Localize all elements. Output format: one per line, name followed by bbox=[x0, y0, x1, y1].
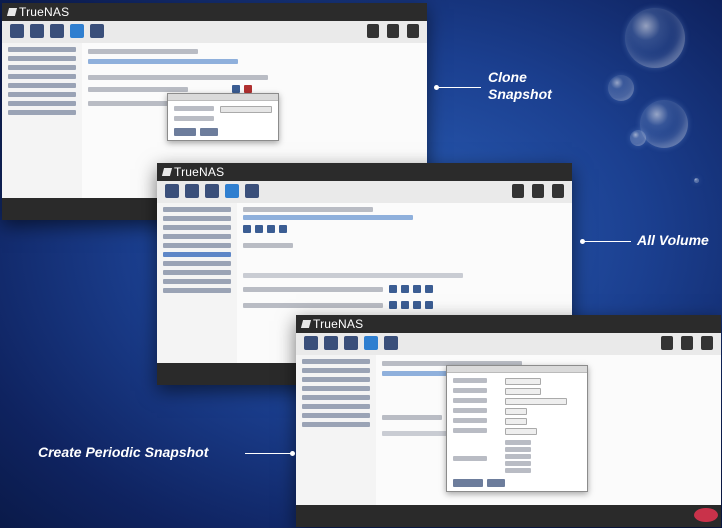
brand-logo bbox=[694, 508, 718, 522]
callout-leader bbox=[437, 87, 481, 88]
ok-button[interactable] bbox=[453, 479, 483, 487]
truenas-logo: TrueNAS bbox=[6, 5, 69, 19]
sharing-icon[interactable] bbox=[364, 336, 378, 350]
toolbar bbox=[296, 333, 721, 356]
services-icon[interactable] bbox=[90, 24, 104, 38]
action-icon[interactable] bbox=[389, 285, 397, 293]
footer bbox=[296, 505, 721, 527]
help-icon[interactable] bbox=[532, 184, 544, 198]
logout-icon[interactable] bbox=[701, 336, 713, 350]
truenas-logo: TrueNAS bbox=[300, 317, 363, 331]
toolbar-icon[interactable] bbox=[255, 225, 263, 233]
network-icon[interactable] bbox=[324, 336, 338, 350]
alert-icon[interactable] bbox=[661, 336, 673, 350]
topbar: TrueNAS bbox=[157, 163, 572, 181]
bubble-decoration bbox=[625, 8, 685, 68]
storage-icon[interactable] bbox=[50, 24, 64, 38]
action-icon[interactable] bbox=[401, 301, 409, 309]
system-icon[interactable] bbox=[10, 24, 24, 38]
callout-clone-snapshot: Clone Snapshot bbox=[488, 69, 552, 102]
truenas-logo: TrueNAS bbox=[161, 165, 224, 179]
services-icon[interactable] bbox=[245, 184, 259, 198]
help-icon[interactable] bbox=[387, 24, 399, 38]
cancel-button[interactable] bbox=[487, 479, 505, 487]
toolbar bbox=[157, 181, 572, 204]
storage-icon[interactable] bbox=[344, 336, 358, 350]
services-icon[interactable] bbox=[384, 336, 398, 350]
logout-icon[interactable] bbox=[407, 24, 419, 38]
action-icon[interactable] bbox=[244, 85, 252, 93]
bubble-decoration bbox=[640, 100, 688, 148]
toolbar-icon[interactable] bbox=[279, 225, 287, 233]
action-icon[interactable] bbox=[413, 285, 421, 293]
action-icon[interactable] bbox=[401, 285, 409, 293]
callout-leader bbox=[245, 453, 291, 454]
action-icon[interactable] bbox=[389, 301, 397, 309]
toolbar-icon[interactable] bbox=[267, 225, 275, 233]
action-icon[interactable] bbox=[425, 285, 433, 293]
cancel-button[interactable] bbox=[200, 128, 218, 136]
bubble-decoration bbox=[694, 178, 699, 183]
sharing-icon[interactable] bbox=[225, 184, 239, 198]
sidebar bbox=[157, 203, 238, 363]
toolbar-icon[interactable] bbox=[243, 225, 251, 233]
network-icon[interactable] bbox=[185, 184, 199, 198]
periodic-snapshot-dialog bbox=[446, 365, 588, 492]
callout-dot bbox=[434, 85, 439, 90]
storage-icon[interactable] bbox=[205, 184, 219, 198]
network-icon[interactable] bbox=[30, 24, 44, 38]
action-icon[interactable] bbox=[425, 301, 433, 309]
callout-all-volume: All Volume bbox=[637, 232, 709, 248]
alert-icon[interactable] bbox=[367, 24, 379, 38]
toolbar bbox=[2, 21, 427, 44]
help-icon[interactable] bbox=[681, 336, 693, 350]
callout-dot bbox=[580, 239, 585, 244]
bubble-decoration bbox=[608, 75, 634, 101]
sharing-icon[interactable] bbox=[70, 24, 84, 38]
clone-button[interactable] bbox=[174, 128, 196, 136]
sidebar bbox=[296, 355, 377, 505]
callout-dot bbox=[290, 451, 295, 456]
topbar: TrueNAS bbox=[296, 315, 721, 333]
alert-icon[interactable] bbox=[512, 184, 524, 198]
sidebar bbox=[2, 43, 83, 198]
screenshot-periodic-snapshot: TrueNAS bbox=[296, 315, 721, 527]
action-icon[interactable] bbox=[232, 85, 240, 93]
clone-snapshot-dialog bbox=[167, 93, 279, 141]
logout-icon[interactable] bbox=[552, 184, 564, 198]
bubble-decoration bbox=[630, 130, 646, 146]
callout-periodic-snapshot: Create Periodic Snapshot bbox=[38, 444, 209, 460]
system-icon[interactable] bbox=[165, 184, 179, 198]
action-icon[interactable] bbox=[413, 301, 421, 309]
system-icon[interactable] bbox=[304, 336, 318, 350]
callout-leader bbox=[583, 241, 631, 242]
topbar: TrueNAS bbox=[2, 3, 427, 21]
